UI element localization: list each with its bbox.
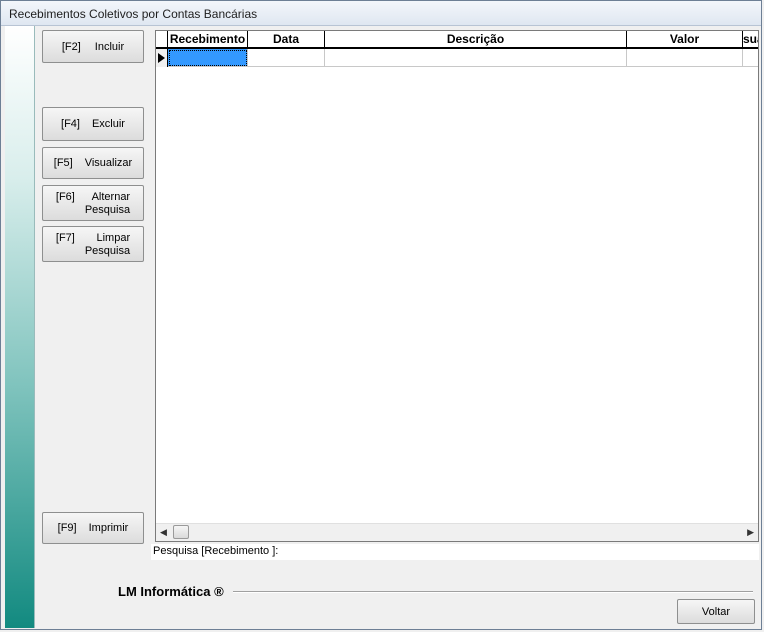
column-header-data[interactable]: Data (248, 31, 325, 49)
imprimir-key: [F9] (57, 522, 77, 534)
voltar-label: Voltar (701, 605, 731, 618)
imprimir-label: Imprimir (88, 522, 129, 534)
table-cell-recebimento[interactable] (168, 49, 248, 67)
search-bar[interactable]: Pesquisa [Recebimento ]: (151, 544, 759, 560)
alternar-pesquisa-button[interactable]: [F6] Alternar Pesquisa (42, 185, 144, 221)
scroll-thumb[interactable] (173, 525, 189, 539)
column-header-valor[interactable]: Valor (627, 31, 743, 49)
alternar-label: Alternar Pesquisa (84, 191, 131, 216)
column-header-usuario[interactable]: suá (743, 31, 758, 49)
limpar-label: Limpar Pesquisa (84, 232, 131, 257)
brand-label: LM Informática ® (118, 584, 224, 599)
voltar-button[interactable]: Voltar (677, 599, 755, 624)
visualizar-key: [F5] (53, 157, 73, 169)
row-pointer-icon (158, 53, 165, 63)
scroll-left-icon[interactable]: ◀ (160, 527, 167, 538)
imprimir-button[interactable]: [F9] Imprimir (42, 512, 144, 544)
table-cell-data[interactable] (248, 49, 325, 67)
column-header-recebimento[interactable]: Recebimento (168, 31, 248, 49)
visualizar-button[interactable]: [F5] Visualizar (42, 147, 144, 179)
divider (233, 591, 753, 593)
grid-indicator-header (156, 31, 168, 49)
scroll-right-icon[interactable]: ▶ (747, 527, 754, 538)
table-cell-usuario[interactable] (743, 49, 758, 67)
main-window: Recebimentos Coletivos por Contas Bancár… (0, 0, 762, 630)
excluir-button[interactable]: [F4] Excluir (42, 107, 144, 141)
data-grid[interactable]: Recebimento Data Descrição Valor suá ◀ ▶ (155, 30, 759, 542)
horizontal-scrollbar[interactable]: ◀ ▶ (156, 523, 758, 541)
limpar-pesquisa-button[interactable]: [F7] Limpar Pesquisa (42, 226, 144, 262)
search-label: Pesquisa [Recebimento ]: (153, 545, 279, 557)
limpar-key: [F7] (55, 232, 75, 244)
excluir-key: [F4] (61, 118, 80, 130)
excluir-label: Excluir (91, 118, 125, 130)
column-header-descricao[interactable]: Descrição (325, 31, 627, 49)
alternar-key: [F6] (55, 191, 75, 203)
incluir-label: Incluir (94, 40, 125, 53)
window-title: Recebimentos Coletivos por Contas Bancár… (9, 7, 258, 21)
table-cell-descricao[interactable] (325, 49, 627, 67)
incluir-key: [F2] (61, 40, 81, 53)
decorative-side-strip (5, 26, 35, 628)
title-bar: Recebimentos Coletivos por Contas Bancár… (1, 1, 761, 26)
row-pointer-indicator (156, 49, 168, 67)
visualizar-label: Visualizar (84, 157, 133, 169)
incluir-button[interactable]: [F2] Incluir (42, 30, 144, 63)
table-cell-valor[interactable] (627, 49, 743, 67)
